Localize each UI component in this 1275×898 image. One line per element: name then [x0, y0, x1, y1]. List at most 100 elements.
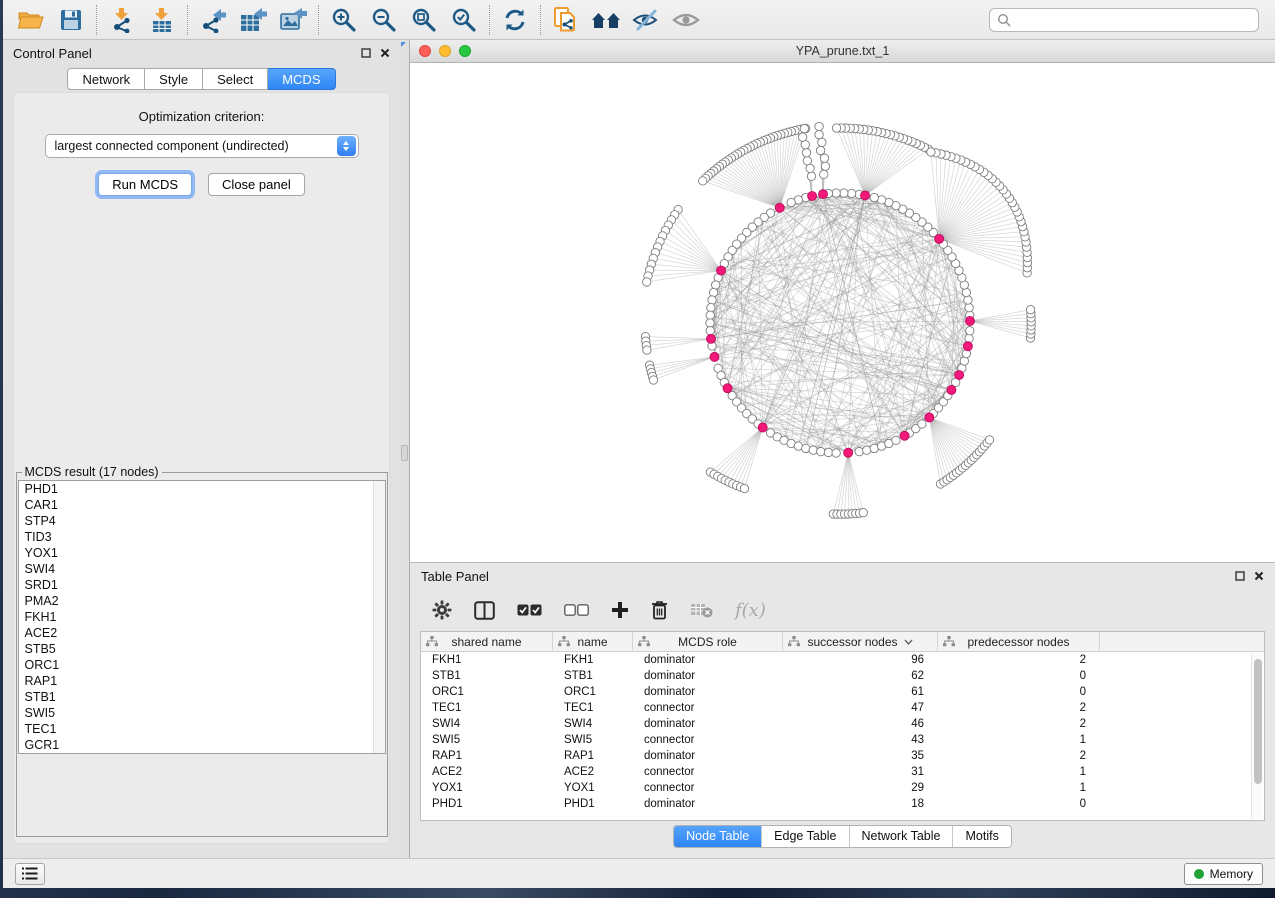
network-node[interactable] [707, 303, 715, 311]
network-node[interactable] [800, 124, 808, 132]
mcds-result-item[interactable]: STB1 [19, 689, 385, 705]
first-neighbors-icon[interactable] [586, 4, 626, 36]
tab-style[interactable]: Style [145, 68, 203, 90]
cell-MCDS-role[interactable]: dominator [633, 654, 783, 666]
network-node[interactable] [802, 444, 810, 452]
network-node[interactable] [832, 449, 840, 457]
task-history-button[interactable] [15, 863, 45, 885]
node-table[interactable]: shared namenameMCDS rolesuccessor nodesp… [420, 631, 1265, 821]
cell-shared-name[interactable]: SWI5 [421, 734, 553, 746]
network-node[interactable] [820, 154, 828, 162]
network-graph[interactable] [410, 63, 1272, 562]
search-field[interactable] [989, 8, 1259, 32]
cell-predecessor-nodes[interactable]: 2 [938, 718, 1100, 730]
cell-predecessor-nodes[interactable]: 0 [938, 798, 1100, 810]
mcds-result-item[interactable]: TEC1 [19, 721, 385, 737]
cell-shared-name[interactable]: RAP1 [421, 750, 553, 762]
network-node[interactable] [855, 447, 863, 455]
cell-MCDS-role[interactable]: connector [633, 734, 783, 746]
cell-MCDS-role[interactable]: dominator [633, 670, 783, 682]
scrollbar-thumb[interactable] [1254, 659, 1262, 784]
cell-name[interactable]: ORC1 [553, 686, 633, 698]
network-node[interactable] [966, 327, 974, 335]
cell-shared-name[interactable]: SWI4 [421, 718, 553, 730]
export-network-icon[interactable] [193, 4, 233, 36]
import-table-icon[interactable] [142, 4, 182, 36]
column-header-name[interactable]: name [553, 632, 633, 651]
network-node[interactable] [802, 149, 810, 157]
mcds-network-node[interactable] [900, 431, 909, 440]
function-builder-icon[interactable]: f(x) [735, 600, 766, 621]
network-node[interactable] [801, 141, 809, 149]
network-node[interactable] [787, 198, 795, 206]
tab-select[interactable]: Select [203, 68, 268, 90]
network-window-titlebar[interactable]: YPA_prune.txt_1 [410, 40, 1275, 63]
network-node[interactable] [809, 446, 817, 454]
panel-splitter[interactable] [400, 40, 410, 858]
network-node[interactable] [918, 420, 926, 428]
cell-name[interactable]: YOX1 [553, 782, 633, 794]
mcds-network-node[interactable] [710, 352, 719, 361]
network-node[interactable] [965, 334, 973, 342]
search-input[interactable] [1012, 13, 1258, 27]
mcds-result-item[interactable]: ACE2 [19, 625, 385, 641]
tab-node-table[interactable]: Node Table [674, 826, 761, 847]
cell-name[interactable]: TEC1 [553, 702, 633, 714]
network-node[interactable] [706, 311, 714, 319]
tab-network-table[interactable]: Network Table [849, 826, 953, 847]
select-all-icon[interactable] [517, 604, 542, 616]
tab-network[interactable]: Network [67, 68, 145, 90]
cell-predecessor-nodes[interactable]: 2 [938, 702, 1100, 714]
cell-shared-name[interactable]: PHD1 [421, 798, 553, 810]
mcds-network-node[interactable] [808, 192, 817, 201]
network-node[interactable] [892, 436, 900, 444]
network-node[interactable] [643, 346, 651, 354]
mcds-result-item[interactable]: ORC1 [19, 657, 385, 673]
mcds-result-item[interactable]: SRD1 [19, 577, 385, 593]
cell-predecessor-nodes[interactable]: 0 [938, 670, 1100, 682]
mcds-network-node[interactable] [965, 316, 974, 325]
mcds-result-item[interactable]: PHD1 [19, 481, 385, 497]
network-node[interactable] [964, 296, 972, 304]
memory-button[interactable]: Memory [1184, 863, 1263, 885]
mcds-network-node[interactable] [723, 384, 732, 393]
cell-successor-nodes[interactable]: 35 [783, 750, 938, 762]
cell-predecessor-nodes[interactable]: 1 [938, 782, 1100, 794]
cell-shared-name[interactable]: STB1 [421, 670, 553, 682]
network-node[interactable] [706, 327, 714, 335]
zoom-in-icon[interactable] [324, 4, 364, 36]
network-node[interactable] [821, 162, 829, 170]
network-node[interactable] [840, 189, 848, 197]
table-row[interactable]: ORC1ORC1dominator610 [421, 684, 1264, 700]
criterion-select[interactable]: largest connected component (undirected) [45, 134, 359, 158]
mcds-result-item[interactable]: FKH1 [19, 609, 385, 625]
network-node[interactable] [706, 319, 714, 327]
tab-mcds[interactable]: MCDS [268, 68, 335, 90]
mcds-network-node[interactable] [775, 203, 784, 212]
mcds-result-item[interactable]: CAR1 [19, 497, 385, 513]
mcds-network-node[interactable] [963, 342, 972, 351]
cell-successor-nodes[interactable]: 62 [783, 670, 938, 682]
mcds-result-item[interactable]: STB5 [19, 641, 385, 657]
cell-successor-nodes[interactable]: 96 [783, 654, 938, 666]
column-header-successor-nodes[interactable]: successor nodes [783, 632, 938, 651]
network-node[interactable] [985, 436, 993, 444]
close-panel-button[interactable]: Close panel [208, 173, 305, 196]
network-node[interactable] [818, 138, 826, 146]
network-node[interactable] [798, 133, 806, 141]
splitter-handle[interactable] [401, 445, 408, 461]
network-node[interactable] [699, 177, 707, 185]
delete-row-icon[interactable] [651, 600, 668, 620]
cell-name[interactable]: FKH1 [553, 654, 633, 666]
close-panel-icon[interactable] [380, 48, 390, 58]
cell-shared-name[interactable]: TEC1 [421, 702, 553, 714]
run-mcds-button[interactable]: Run MCDS [98, 173, 192, 196]
network-node[interactable] [824, 448, 832, 456]
tab-edge-table[interactable]: Edge Table [761, 826, 848, 847]
splitter-collapse-icon[interactable] [401, 42, 406, 47]
column-header-shared-name[interactable]: shared name [421, 632, 553, 651]
network-canvas[interactable] [410, 63, 1275, 562]
hide-selected-icon[interactable] [626, 4, 666, 36]
table-row[interactable]: SWI5SWI5connector431 [421, 732, 1264, 748]
delete-table-icon[interactable] [690, 603, 713, 618]
